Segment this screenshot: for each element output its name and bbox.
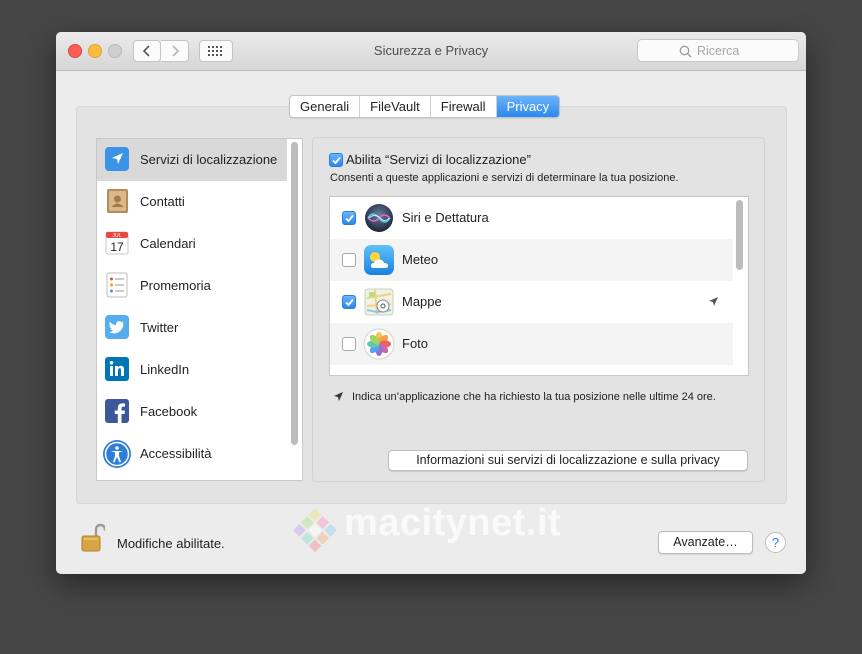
sidebar-item-contacts[interactable]: Contatti: [97, 181, 287, 223]
sidebar-item-linkedin[interactable]: LinkedIn: [97, 349, 287, 391]
watermark-text: macitynet.it: [344, 502, 562, 544]
watermark-logo: [293, 508, 337, 553]
tab-generali[interactable]: Generali: [290, 96, 361, 117]
recent-location-arrow-icon: [709, 297, 718, 306]
list-item-siri[interactable]: Siri e Dettatura: [330, 197, 733, 239]
linkedin-icon: [104, 356, 130, 382]
calendar-icon: JUL 17: [104, 230, 130, 256]
sidebar-item-facebook[interactable]: Facebook: [97, 391, 287, 433]
sidebar-item-label: Twitter: [140, 320, 179, 335]
unlocked-padlock-icon[interactable]: [81, 523, 105, 553]
app-name: Siri e Dettatura: [402, 210, 489, 225]
tab-firewall[interactable]: Firewall: [431, 96, 497, 117]
preferences-window: Sicurezza e Privacy Ricerca Generali Fil…: [56, 32, 806, 574]
app-name: Meteo: [402, 252, 439, 267]
weather-icon: [363, 244, 395, 276]
sidebar-item-label: Promemoria: [140, 278, 211, 293]
foto-checkbox[interactable]: [342, 337, 356, 351]
sidebar-item-calendars[interactable]: JUL 17 Calendari: [97, 223, 287, 265]
list-item-meteo[interactable]: Meteo: [330, 239, 733, 281]
list-item-mappe[interactable]: Mappe: [330, 281, 733, 323]
sidebar-item-label: LinkedIn: [140, 362, 190, 377]
sidebar-scrollbar[interactable]: [291, 142, 298, 445]
siri-icon: [363, 202, 395, 234]
location-services-panel: Abilita “Servizi di localizzazione” Cons…: [312, 137, 765, 482]
location-description: Consenti a queste applicazioni e servizi…: [330, 172, 679, 184]
location-privacy-info-button[interactable]: Informazioni sui servizi di localizzazio…: [388, 450, 748, 471]
checkmark-icon: [345, 214, 354, 223]
checkmark-icon: [345, 298, 354, 307]
app-name: Mappe: [402, 294, 442, 309]
sidebar-item-label: Accessibilità: [140, 446, 212, 461]
svg-text:JUL: JUL: [113, 233, 122, 239]
twitter-icon: [104, 314, 130, 340]
search-placeholder: Ricerca: [697, 44, 740, 58]
accessibility-icon: [102, 439, 132, 469]
mappe-checkbox[interactable]: [342, 295, 356, 309]
app-name: Foto: [402, 336, 429, 351]
facebook-icon: [104, 398, 130, 424]
sidebar-item-label: Servizi di localizzazione: [140, 152, 278, 167]
tab-bar: Generali FileVault Firewall Privacy: [289, 95, 561, 118]
advanced-button[interactable]: Avanzate…: [658, 531, 753, 554]
location-arrow-icon: [334, 392, 343, 401]
enable-location-label: Abilita “Servizi di localizzazione”: [346, 152, 531, 167]
title-bar: Sicurezza e Privacy Ricerca: [56, 32, 806, 71]
search-field[interactable]: Ricerca: [637, 39, 799, 62]
help-button[interactable]: ?: [765, 532, 786, 553]
lock-status-label: Modifiche abilitate.: [117, 536, 225, 551]
app-location-list: Siri e Dettatura Meteo Mappe Foto: [329, 196, 749, 376]
checkmark-icon: [332, 156, 341, 165]
sidebar-item-reminders[interactable]: Promemoria: [97, 265, 287, 307]
sidebar-item-label: Facebook: [140, 404, 198, 419]
photos-icon: [363, 328, 395, 360]
meteo-checkbox[interactable]: [342, 253, 356, 267]
enable-location-checkbox[interactable]: [329, 153, 343, 167]
svg-text:17: 17: [110, 240, 124, 254]
sidebar-item-accessibility[interactable]: Accessibilità: [97, 433, 287, 475]
contacts-icon: [104, 188, 130, 214]
maps-icon: [363, 286, 395, 318]
siri-checkbox[interactable]: [342, 211, 356, 225]
search-icon: [679, 45, 692, 58]
recent-location-note: Indica un’applicazione che ha richiesto …: [352, 391, 716, 403]
sidebar-item-twitter[interactable]: Twitter: [97, 307, 287, 349]
list-item-foto[interactable]: Foto: [330, 323, 733, 365]
tab-filevault[interactable]: FileVault: [360, 96, 431, 117]
tab-privacy[interactable]: Privacy: [496, 96, 560, 117]
sidebar-item-label: Contatti: [140, 194, 185, 209]
sidebar-item-label: Calendari: [140, 236, 196, 251]
reminders-icon: [104, 272, 130, 298]
app-list-scrollbar[interactable]: [736, 200, 743, 270]
sidebar-item-location-services[interactable]: Servizi di localizzazione: [97, 139, 287, 181]
privacy-category-list: Servizi di localizzazione Contatti JUL 1: [96, 138, 303, 481]
location-icon: [104, 146, 130, 172]
